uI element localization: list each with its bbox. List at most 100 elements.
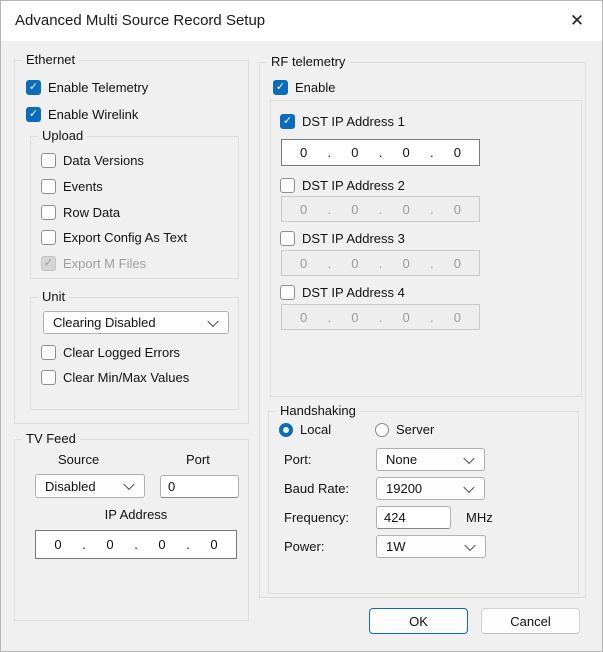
checkbox-row-data[interactable]: Row Data [41,205,120,220]
checkbox-icon [41,230,56,245]
checkbox-label: Export M Files [63,256,147,271]
dst-ip-field-2: 0 . 0 . 0 . 0 [281,196,480,222]
group-unit: Unit Clearing Disabled Clear Logged Erro… [30,289,239,410]
group-ethernet-title: Ethernet [22,52,80,67]
clearing-select-value: Clearing Disabled [53,315,156,330]
checkbox-label: Export Config As Text [63,230,188,245]
group-tv-feed-title: TV Feed [22,431,80,446]
checkbox-enable-telemetry[interactable]: ✓ Enable Telemetry [26,80,148,95]
checkbox-label: DST IP Address 3 [302,231,405,246]
ip-address-label: IP Address [104,507,168,522]
window-title: Advanced Multi Source Record Setup [15,12,266,29]
power-select-value: 1W [386,539,406,554]
checkbox-icon [280,231,295,246]
checkbox-icon [41,179,56,194]
checkbox-icon: ✓ [26,80,41,95]
checkbox-dst-ip-1[interactable]: ✓ DST IP Address 1 [280,114,405,129]
ip-octet: 0 [402,309,410,325]
chevron-down-icon [463,452,475,464]
port-label: Port [186,452,210,467]
ip-separator: . [327,145,332,160]
group-upload: Upload Data Versions Events Row Data Exp… [30,128,239,279]
baud-rate-select-value: 19200 [386,481,423,496]
radio-server[interactable]: Server [375,422,434,437]
ip-octet: 0 [453,255,461,271]
frequency-label: Frequency: [284,510,350,525]
group-ethernet: Ethernet ✓ Enable Telemetry ✓ Enable Wir… [14,52,249,424]
frequency-unit-label: MHz [466,510,493,525]
ip-octet[interactable]: 0 [36,537,80,552]
ip-octet: 0 [453,201,461,217]
radio-label: Server [396,422,435,437]
ip-octet[interactable]: 0 [282,145,325,160]
checkbox-label: DST IP Address 2 [302,178,405,193]
checkbox-label: Enable Telemetry [48,80,149,95]
checkbox-dst-ip-2[interactable]: DST IP Address 2 [280,178,405,193]
ip-octet[interactable]: 0 [88,537,132,552]
clearing-select[interactable]: Clearing Disabled [43,311,229,334]
dialog-advanced-multi-source-record-setup: Advanced Multi Source Record Setup ✕ Eth… [0,0,603,652]
frequency-input[interactable] [376,506,451,529]
checkbox-icon [41,205,56,220]
radio-local[interactable]: Local [279,422,331,437]
checkbox-icon: ✓ [280,114,295,129]
ip-separator: . [429,255,434,271]
radio-icon [279,422,293,437]
ip-separator: . [429,201,434,217]
tv-ip-address-field[interactable]: 0 . 0 . 0 . 0 [35,530,237,559]
checkbox-label: Events [63,179,103,194]
chevron-down-icon [123,478,135,491]
close-icon[interactable]: ✕ [558,1,596,41]
checkbox-rf-enable[interactable]: ✓ Enable [273,80,335,95]
hs-port-select[interactable]: None [376,448,485,471]
dst-ip-field-4: 0 . 0 . 0 . 0 [281,304,480,330]
ip-octet[interactable]: 0 [333,145,376,160]
checkbox-icon: ✓ [26,107,41,122]
checkbox-enable-wirelink[interactable]: ✓ Enable Wirelink [26,107,138,122]
ip-octet[interactable]: 0 [192,537,236,552]
ip-separator: . [378,309,383,325]
baud-rate-select[interactable]: 19200 [376,477,485,500]
checkbox-dst-ip-3[interactable]: DST IP Address 3 [280,231,405,246]
titlebar: Advanced Multi Source Record Setup ✕ [1,1,602,41]
checkbox-icon: ✓ [41,256,56,271]
checkbox-label: Clear Min/Max Values [63,370,190,385]
power-select[interactable]: 1W [376,535,486,558]
group-handshaking: Handshaking Local Server Port: None Baud… [268,403,579,594]
checkbox-data-versions[interactable]: Data Versions [41,153,144,168]
ip-octet: 0 [402,201,410,217]
tv-port-input[interactable] [160,475,239,498]
checkbox-events[interactable]: Events [41,179,103,194]
ip-separator: . [82,537,86,552]
chevron-down-icon [207,315,219,327]
baud-rate-label: Baud Rate: [284,481,350,496]
ok-button[interactable]: OK [369,608,468,634]
ip-octet: 0 [351,201,359,217]
chevron-down-icon [463,481,475,493]
chevron-down-icon [464,539,476,551]
ip-octet[interactable]: 0 [385,145,428,160]
checkbox-label: Data Versions [63,153,144,168]
ip-separator: . [429,309,434,325]
cancel-button[interactable]: Cancel [481,608,580,634]
source-select[interactable]: Disabled [35,474,145,498]
checkbox-clear-minmax-values[interactable]: Clear Min/Max Values [41,370,189,385]
checkbox-clear-logged-errors[interactable]: Clear Logged Errors [41,345,180,360]
ok-button-label: OK [409,613,428,629]
checkbox-label: Clear Logged Errors [63,345,181,360]
checkbox-export-config-as-text[interactable]: Export Config As Text [41,230,187,245]
ip-octet[interactable]: 0 [436,145,479,160]
hs-port-select-value: None [386,452,418,467]
checkbox-dst-ip-4[interactable]: DST IP Address 4 [280,285,405,300]
ip-octet[interactable]: 0 [140,537,184,552]
dst-ip-field-1[interactable]: 0 . 0 . 0 . 0 [281,139,480,166]
ip-separator: . [378,145,383,160]
ip-separator: . [134,537,138,552]
group-unit-title: Unit [38,289,70,304]
ip-octet: 0 [453,309,461,325]
ip-octet: 0 [300,201,308,217]
cancel-button-label: Cancel [510,613,551,629]
ip-octet: 0 [351,255,359,271]
checkbox-icon [280,178,295,193]
group-handshaking-title: Handshaking [276,403,360,418]
